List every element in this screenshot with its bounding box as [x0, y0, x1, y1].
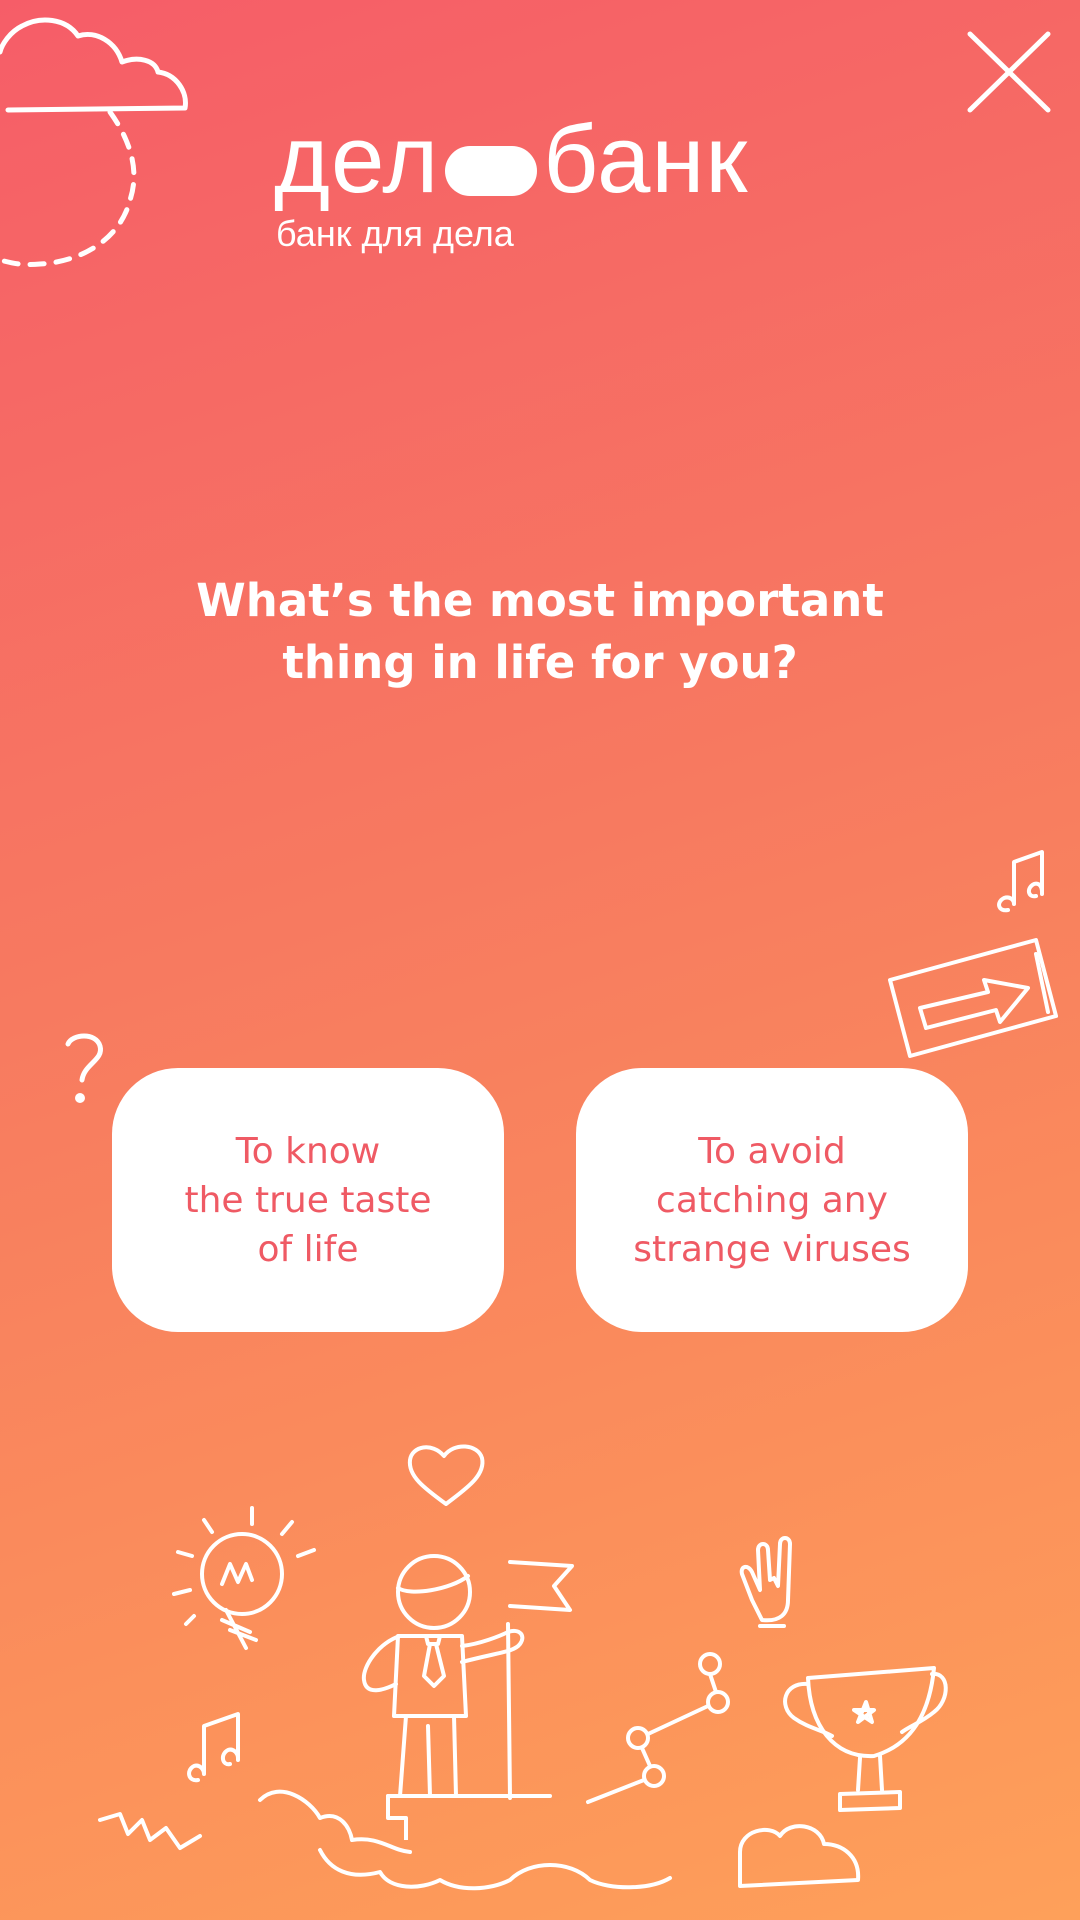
lightbulb-icon [172, 1506, 316, 1650]
logo-tagline: банк для дела [276, 213, 514, 254]
heart-icon [407, 1444, 485, 1506]
music-note-icon [997, 850, 1044, 913]
logo-pill-icon [445, 146, 538, 196]
logo-word-left: дел [274, 106, 440, 213]
brand-logo: дел банк банк для дела [274, 112, 748, 254]
logo-word-right: банк [543, 106, 749, 213]
close-icon [967, 31, 1051, 113]
logo-wordmark: дел банк [274, 112, 748, 208]
answer-button-avoid-viruses[interactable]: To avoid catching any strange viruses [576, 1068, 968, 1332]
answer-button-taste-of-life[interactable]: To know the true taste of life [112, 1068, 504, 1332]
question-mark-icon [65, 1033, 103, 1103]
cloud-icon [0, 17, 188, 267]
rock-hand-icon [739, 1536, 792, 1628]
arrow-sign-icon [888, 938, 1058, 1058]
quiz-question: What’s the most important thing in life … [196, 574, 884, 689]
close-button[interactable] [960, 24, 1056, 120]
clouds-ground-icon [98, 1789, 861, 1891]
answer-label: To avoid catching any strange viruses [633, 1130, 911, 1270]
answer-label: To know the true taste of life [184, 1130, 432, 1270]
